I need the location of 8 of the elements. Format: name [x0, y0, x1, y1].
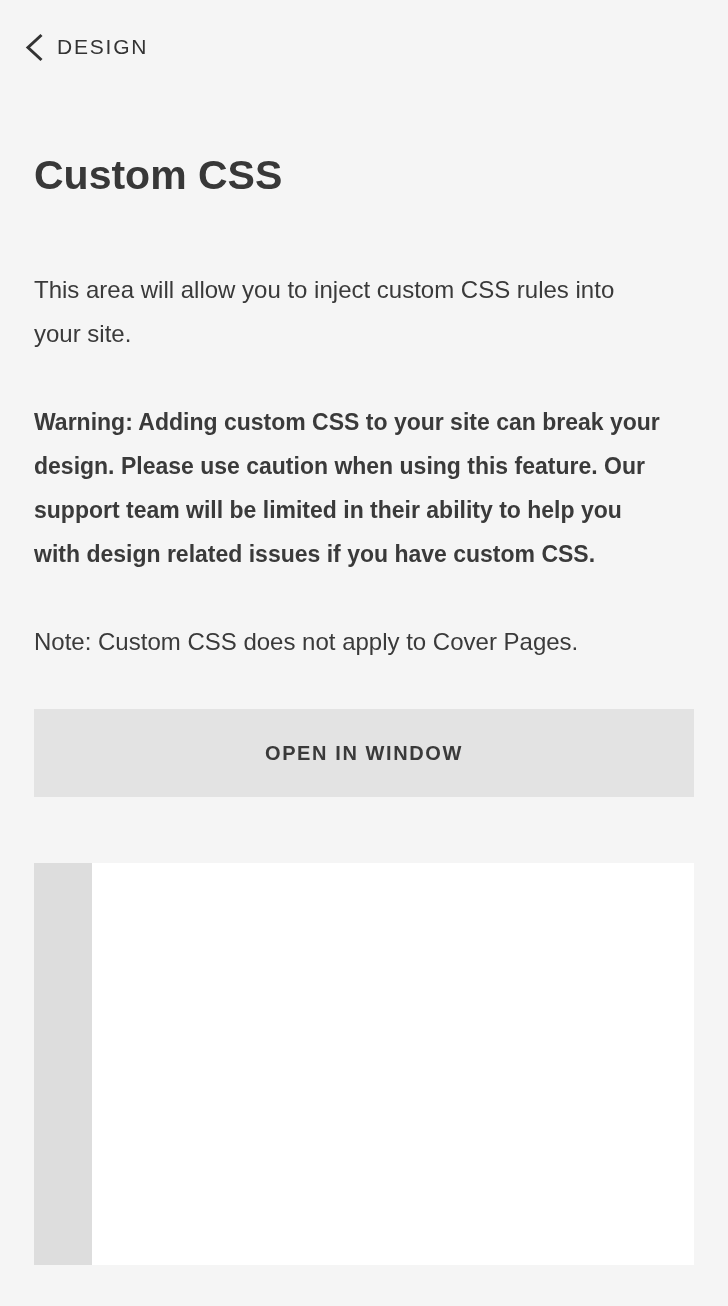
open-in-window-button[interactable]: OPEN IN WINDOW [34, 709, 694, 797]
description-text: This area will allow you to inject custom CSS rules into your site. [34, 275, 616, 349]
code-editor-field[interactable] [92, 863, 694, 1265]
warning-text: Warning: Adding custom CSS to your site can break your design. Please use caution when using this feature. Our support team will be limited in their ability to help you with design related issues if you have custom CSS. [34, 408, 661, 569]
page-title: Custom CSS [34, 151, 284, 199]
description-text: Note: Custom CSS does not apply to Cover Pages. [34, 627, 580, 657]
chevron-left-icon [24, 32, 44, 62]
back-link[interactable]: DESIGN [24, 30, 149, 64]
